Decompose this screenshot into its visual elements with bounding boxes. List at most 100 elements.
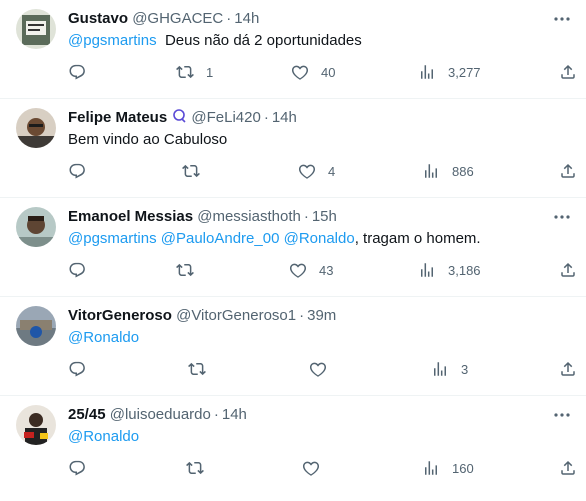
share-icon: [561, 64, 575, 79]
tweet-text: @pgsmartins @PauloAndre_00 @Ronaldo, tra…: [68, 229, 481, 249]
tweet-text: @Ronaldo: [68, 328, 139, 348]
like-count: 4: [328, 163, 336, 179]
tweet-header: 25/45 @luisoeduardo · 14h: [68, 405, 247, 425]
retweet-button[interactable]: [182, 161, 212, 181]
share-button[interactable]: [559, 62, 577, 82]
like-button[interactable]: [309, 359, 339, 379]
tweet[interactable]: Emanoel Messias @messiasthoth · 15h @pgsma…: [0, 198, 586, 297]
avatar[interactable]: [16, 108, 56, 148]
reply-icon: [69, 64, 85, 80]
tweet-text-content: Bem vindo ao Cabuloso: [68, 131, 228, 148]
tweet-text: @Ronaldo: [68, 427, 139, 447]
tweet-actions: 43 3,186: [0, 260, 586, 280]
views-button[interactable]: 886: [422, 161, 474, 181]
tweet-text: Bem vindo ao Cabuloso: [68, 130, 227, 150]
retweet-button[interactable]: [188, 359, 218, 379]
retweet-icon: [182, 164, 200, 178]
tweet[interactable]: Felipe Mateus @FeLi420 · 14h Bem vindo ao …: [0, 99, 586, 198]
share-icon: [561, 262, 575, 277]
share-button[interactable]: [559, 359, 577, 379]
tweet-actions: 4 886: [0, 161, 586, 181]
share-icon: [561, 163, 575, 178]
handle[interactable]: @messiasthoth: [197, 208, 301, 225]
reply-button[interactable]: [68, 359, 98, 379]
handle[interactable]: @luisoeduardo: [110, 406, 211, 423]
mention-link[interactable]: @pgsmartins: [68, 32, 157, 49]
retweet-button[interactable]: [186, 458, 216, 478]
tweet-header: Gustavo @GHGACEC · 14h: [68, 9, 259, 29]
reply-button[interactable]: [68, 458, 98, 478]
handle[interactable]: @VitorGeneroso1: [176, 307, 296, 324]
mention-link[interactable]: @Ronaldo: [284, 230, 355, 247]
reply-icon: [69, 262, 85, 278]
reply-button[interactable]: [68, 260, 98, 280]
views-icon: [425, 164, 437, 178]
reply-feed: Gustavo @GHGACEC · 14h @pgsmartins Deus nã…: [0, 0, 586, 501]
avatar[interactable]: [16, 306, 56, 346]
views-count: 160: [452, 460, 474, 476]
tweet-text: @pgsmartins Deus não dá 2 oportunidades: [68, 31, 362, 51]
avatar[interactable]: [16, 207, 56, 247]
like-icon: [298, 164, 316, 179]
share-button[interactable]: [559, 260, 577, 280]
reply-button[interactable]: [68, 62, 98, 82]
views-icon: [434, 362, 446, 376]
timestamp[interactable]: 39m: [307, 307, 336, 324]
display-name[interactable]: Gustavo: [68, 10, 128, 27]
retweet-button[interactable]: [176, 260, 206, 280]
like-count: 43: [319, 262, 334, 278]
retweet-icon: [176, 263, 194, 277]
retweet-button[interactable]: 1: [176, 62, 213, 82]
timestamp[interactable]: 14h: [222, 406, 247, 423]
tweet-header: Felipe Mateus @FeLi420 · 14h: [68, 108, 297, 128]
tweet[interactable]: 25/45 @luisoeduardo · 14h @Ronaldo 160: [0, 396, 586, 495]
views-button[interactable]: 3,186: [418, 260, 481, 280]
like-button[interactable]: 40: [291, 62, 335, 82]
views-count: 3,186: [448, 262, 481, 278]
retweet-icon: [186, 461, 204, 475]
mention-link[interactable]: @pgsmartins: [68, 230, 157, 247]
more-icon[interactable]: [552, 11, 572, 27]
display-name[interactable]: Emanoel Messias: [68, 208, 193, 225]
views-icon: [425, 461, 437, 475]
avatar[interactable]: [16, 9, 56, 49]
display-name[interactable]: VitorGeneroso: [68, 307, 172, 324]
handle[interactable]: @FeLi420: [191, 109, 260, 126]
display-name[interactable]: 25/45: [68, 406, 106, 423]
views-button[interactable]: 3,277: [418, 62, 481, 82]
tweet-actions: 1 40 3,277: [0, 62, 586, 82]
separator-dot: ·: [303, 208, 309, 225]
reply-icon: [69, 163, 85, 179]
timestamp[interactable]: 14h: [272, 109, 297, 126]
retweet-icon: [188, 362, 206, 376]
views-icon: [421, 263, 433, 277]
reply-button[interactable]: [68, 161, 98, 181]
mention-link[interactable]: @PauloAndre_00: [161, 230, 280, 247]
share-button[interactable]: [559, 458, 577, 478]
like-button[interactable]: 43: [289, 260, 333, 280]
tweet-actions: 160: [0, 458, 586, 478]
more-icon[interactable]: [552, 407, 572, 423]
avatar[interactable]: [16, 405, 56, 445]
tweet[interactable]: VitorGeneroso @VitorGeneroso1 · 39m @Ronal…: [0, 297, 586, 396]
like-icon: [291, 65, 309, 80]
separator-dot: ·: [213, 406, 219, 423]
like-icon: [289, 263, 307, 278]
display-name[interactable]: Felipe Mateus: [68, 109, 167, 126]
retweet-icon: [176, 65, 194, 79]
mention-link[interactable]: @Ronaldo: [68, 428, 139, 445]
mention-link[interactable]: @Ronaldo: [68, 329, 139, 346]
separator-dot: ·: [299, 307, 305, 324]
handle[interactable]: @GHGACEC: [132, 10, 223, 27]
retweet-count: 1: [206, 64, 214, 80]
like-button[interactable]: [302, 458, 332, 478]
views-button[interactable]: 3: [431, 359, 468, 379]
timestamp[interactable]: 14h: [234, 10, 259, 27]
like-button[interactable]: 4: [298, 161, 335, 181]
views-button[interactable]: 160: [422, 458, 474, 478]
timestamp[interactable]: 15h: [312, 208, 337, 225]
more-icon[interactable]: [552, 209, 572, 225]
tweet[interactable]: Gustavo @GHGACEC · 14h @pgsmartins Deus nã…: [0, 0, 586, 99]
share-button[interactable]: [559, 161, 577, 181]
share-icon: [561, 460, 575, 475]
